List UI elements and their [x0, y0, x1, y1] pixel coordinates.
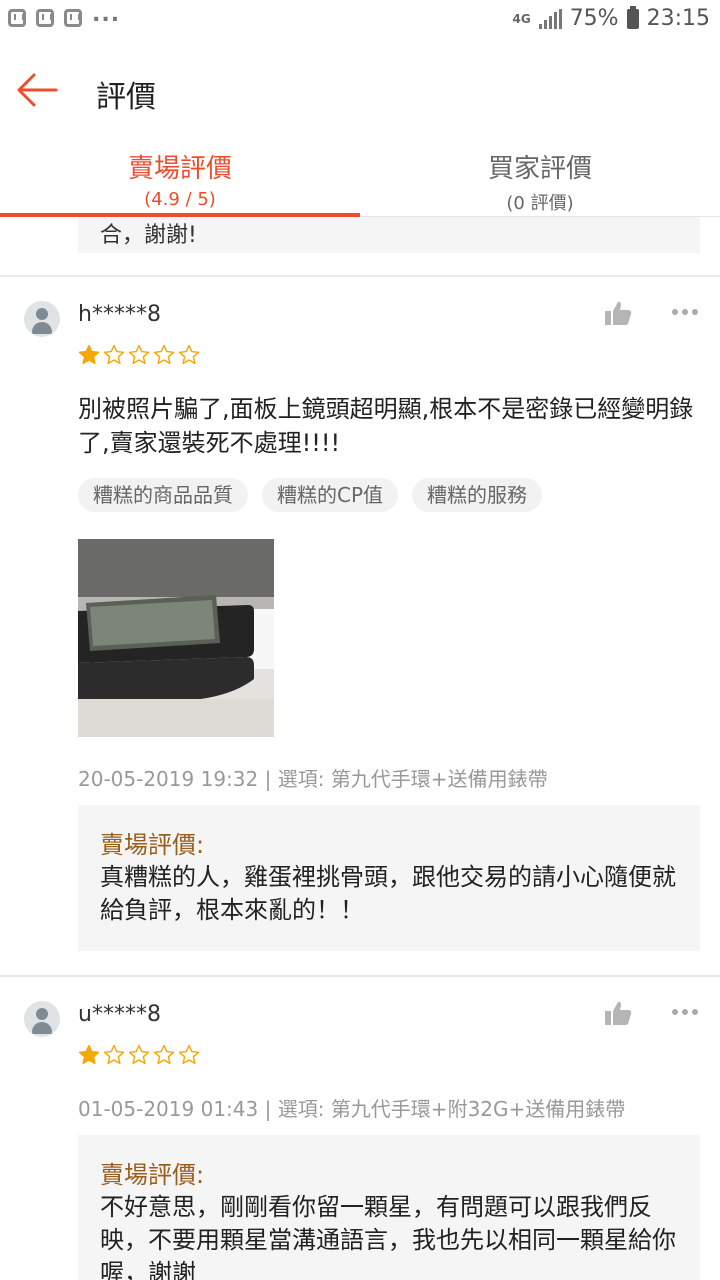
variation-value: 第九代手環+附32G+送備用錶帶 — [330, 1097, 626, 1121]
seller-reply: 賣場評價: 不好意思，剛剛看你留一顆星，有問題可以跟我們反映，不要用顆星當溝通語… — [78, 1135, 700, 1280]
star-empty-icon — [153, 1044, 175, 1065]
more-notifications-indicator: ... — [92, 2, 121, 27]
back-arrow-icon[interactable] — [16, 72, 60, 108]
tab-bar: 賣場評價 (4.9 / 5) 買家評價 (0 評價) — [0, 140, 720, 217]
tab-label: 買家評價 — [487, 154, 592, 184]
tab-buyer-ratings[interactable]: 買家評價 (0 評價) — [360, 140, 720, 216]
signal-icon — [538, 8, 562, 29]
battery-percent: 75% — [569, 6, 619, 31]
star-filled-icon — [78, 1044, 100, 1065]
meta-separator: | — [264, 1097, 278, 1121]
notification-icons: ... — [8, 2, 120, 27]
seller-reply-text: 不好意思，剛剛看你留一顆星，有問題可以跟我們反映，不要用顆星當溝通語言，我也先以… — [100, 1193, 676, 1280]
seller-reply-title: 賣場評價: — [100, 831, 205, 859]
review-photo[interactable] — [78, 539, 274, 737]
tab-label: 賣場評價 — [127, 154, 232, 184]
variation-label: 選項: — [277, 1097, 325, 1121]
tab-subtitle: (4.9 / 5) — [144, 189, 216, 210]
previous-reply-text: 合，謝謝! — [100, 223, 197, 248]
reviewer-username: h*****8 — [78, 302, 161, 327]
star-empty-icon — [128, 344, 150, 365]
variation-value: 第九代手環+送備用錶帶 — [330, 767, 548, 791]
review-date: 20-05-2019 19:32 — [78, 767, 259, 791]
network-type: 4G — [512, 11, 531, 26]
app-bar: 評價 — [0, 44, 720, 140]
star-empty-icon — [103, 344, 125, 365]
mi-notification-icon — [36, 8, 54, 27]
mi-notification-icon — [8, 8, 26, 27]
star-rating — [78, 344, 200, 366]
star-rating — [78, 1044, 200, 1066]
star-empty-icon — [178, 344, 200, 365]
review-tag[interactable]: 糟糕的CP值 — [262, 478, 399, 512]
tab-shop-ratings[interactable]: 賣場評價 (4.9 / 5) — [0, 140, 360, 217]
star-filled-icon — [78, 344, 100, 365]
review-list[interactable]: 合，謝謝! h*****8 別被照片騙了,面板上鏡頭超明顯,根本不是密錄已經變明… — [0, 217, 720, 1280]
status-bar: ... 4G 75% 23:15 — [0, 0, 720, 44]
review-text: 別被照片騙了,面板上鏡頭超明顯,根本不是密錄已經變明錄了,賣家還裝死不處理!!!… — [78, 395, 694, 457]
review-tags: 糟糕的商品品質 糟糕的CP值 糟糕的服務 — [78, 478, 543, 512]
mi-notification-icon — [64, 8, 82, 27]
seller-reply: 賣場評價: 真糟糕的人，雞蛋裡挑骨頭，跟他交易的請小心隨便就給負評，根本來亂的！… — [78, 805, 700, 951]
review-meta: 01-05-2019 01:43 | 選項: 第九代手環+附32G+送備用錶帶 — [78, 1093, 625, 1122]
variation-label: 選項: — [277, 767, 325, 791]
page-title: 評價 — [96, 80, 156, 115]
reviewer-username: u*****8 — [78, 1002, 161, 1027]
meta-separator: | — [264, 767, 278, 791]
seller-reply-title: 賣場評價: — [100, 1161, 205, 1189]
divider — [0, 275, 720, 277]
review-date: 01-05-2019 01:43 — [78, 1097, 259, 1121]
more-options-icon[interactable] — [670, 307, 700, 317]
more-options-icon[interactable] — [670, 1007, 700, 1017]
review-tag[interactable]: 糟糕的服務 — [412, 478, 543, 512]
review-meta: 20-05-2019 19:32 | 選項: 第九代手環+送備用錶帶 — [78, 763, 548, 792]
star-empty-icon — [153, 344, 175, 365]
star-empty-icon — [103, 1044, 125, 1065]
star-empty-icon — [178, 1044, 200, 1065]
thumbs-up-icon[interactable] — [604, 300, 632, 326]
thumbs-up-icon[interactable] — [604, 1000, 632, 1026]
review-tag[interactable]: 糟糕的商品品質 — [78, 478, 248, 512]
battery-icon — [626, 5, 639, 29]
previous-seller-reply: 合，謝謝! — [78, 217, 700, 253]
avatar[interactable] — [24, 1001, 60, 1037]
divider — [0, 975, 720, 977]
avatar[interactable] — [24, 301, 60, 337]
seller-reply-text: 真糟糕的人，雞蛋裡挑骨頭，跟他交易的請小心隨便就給負評，根本來亂的！！ — [100, 863, 676, 924]
tab-subtitle: (0 評價) — [506, 193, 574, 214]
clock: 23:15 — [646, 6, 710, 31]
star-empty-icon — [128, 1044, 150, 1065]
